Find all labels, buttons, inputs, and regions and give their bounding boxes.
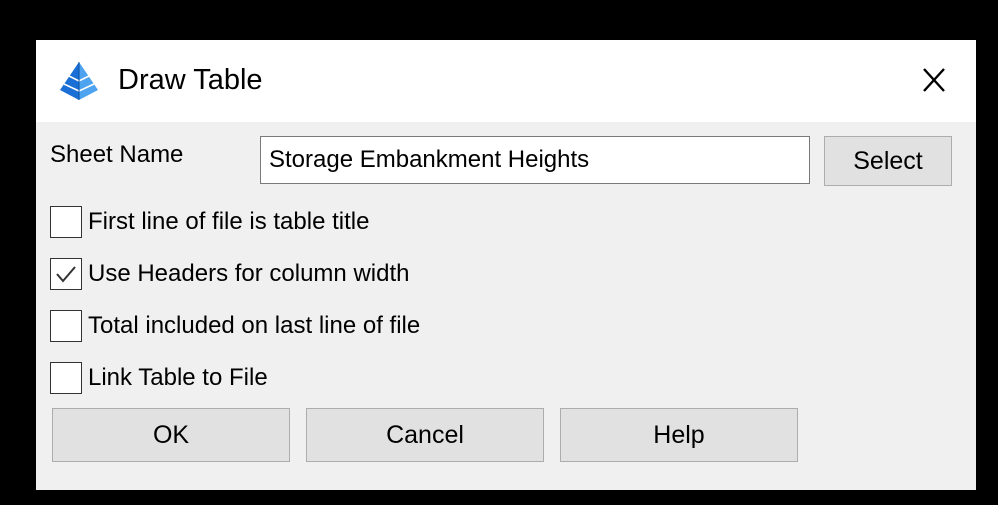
- option-label: Total included on last line of file: [88, 312, 421, 339]
- option-label: Link Table to File: [88, 364, 268, 391]
- option-use-headers[interactable]: Use Headers for column width: [50, 256, 409, 292]
- sheet-name-input[interactable]: [260, 136, 810, 184]
- option-first-line-title[interactable]: First line of file is table title: [50, 204, 369, 240]
- sheet-name-label: Sheet Name: [50, 141, 184, 168]
- checkbox[interactable]: [50, 206, 82, 238]
- select-button[interactable]: Select: [824, 136, 952, 186]
- checkbox[interactable]: [50, 310, 82, 342]
- checkbox-checked[interactable]: [50, 258, 82, 290]
- draw-table-dialog: Draw Table Sheet Name Select First line …: [36, 40, 976, 490]
- option-link-table[interactable]: Link Table to File: [50, 360, 268, 396]
- option-label: Use Headers for column width: [88, 260, 410, 287]
- title-bar: Draw Table: [36, 40, 976, 122]
- checkmark-icon: [56, 266, 76, 283]
- close-button[interactable]: [912, 60, 956, 100]
- pyramid-icon: [56, 60, 102, 102]
- help-button[interactable]: Help: [560, 408, 798, 462]
- option-total-last-line[interactable]: Total included on last line of file: [50, 308, 420, 344]
- option-label: First line of file is table title: [88, 208, 370, 235]
- close-icon: [923, 68, 945, 92]
- ok-button[interactable]: OK: [52, 408, 290, 462]
- checkbox[interactable]: [50, 362, 82, 394]
- cancel-button[interactable]: Cancel: [306, 408, 544, 462]
- dialog-title: Draw Table: [118, 64, 263, 96]
